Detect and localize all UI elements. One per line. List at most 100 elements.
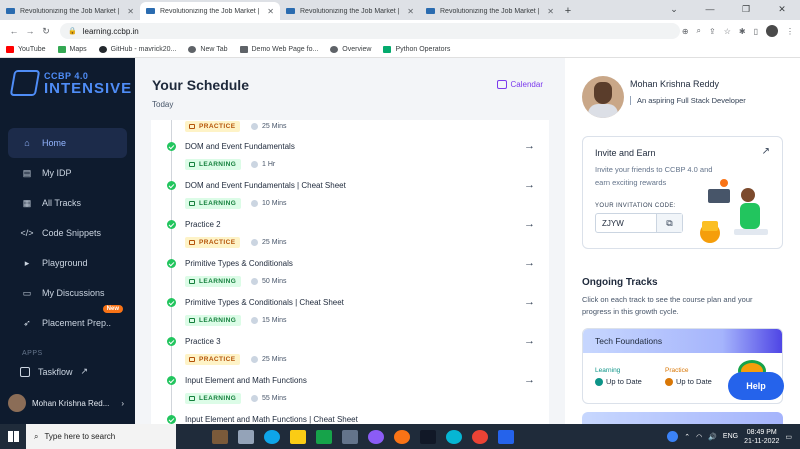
maximize-icon[interactable]: ❐ [728, 0, 764, 20]
bookmark-demo-page[interactable]: Demo Web Page fo... [239, 46, 318, 53]
tag-learning: LEARNING [185, 198, 242, 209]
browser-tab[interactable]: Revolutionizing the Job Market | ✕ [420, 2, 560, 20]
bookmark-maps[interactable]: Maps [57, 46, 87, 53]
close-tab-icon[interactable]: ✕ [267, 7, 274, 16]
ongoing-tracks-title: Ongoing Tracks [582, 277, 658, 288]
terminal-icon[interactable] [420, 429, 436, 444]
sidebar-item-playground[interactable]: ▸ Playground [8, 248, 127, 278]
w3schools-icon [383, 46, 392, 53]
item-title: Input Element and Math Functions [185, 376, 307, 385]
browser-tab[interactable]: Revolutionizing the Job Market | ✕ [0, 2, 140, 20]
minimize-icon[interactable]: — [692, 0, 728, 20]
arrow-right-icon[interactable]: → [524, 140, 535, 152]
tag-learning: LEARNING [185, 276, 242, 287]
taskbar-search[interactable]: ⌕ Type here to search [26, 424, 176, 449]
logo-top-text: CCBP 4.0 [44, 70, 89, 81]
copy-button[interactable]: ⧉ [656, 214, 682, 232]
youtube-icon [6, 46, 14, 53]
sidebar-item-my-discussions[interactable]: ▭ My Discussions [8, 278, 127, 308]
sidebar-item-my-idp[interactable]: ▤ My IDP [8, 158, 127, 188]
sidebar-user[interactable]: Mohan Krishna Red... › [8, 394, 124, 412]
close-window-icon[interactable]: ✕ [764, 0, 800, 20]
help-button[interactable]: Help [728, 372, 784, 400]
book-icon [189, 318, 195, 323]
volume-icon[interactable]: 🔊 [708, 433, 717, 441]
system-tray: ⌃ ◠ 🔊 ENG 08:49 PM 21-11-2022 ▭ [667, 424, 792, 449]
back-icon[interactable]: ← [6, 26, 22, 36]
menu-icon[interactable]: ⋮ [786, 27, 794, 36]
bookmark-overview[interactable]: Overview [330, 46, 371, 53]
firefox-icon[interactable] [394, 429, 410, 444]
duration: 25 Mins [251, 356, 287, 363]
extensions-icon[interactable]: ✱ [739, 27, 746, 36]
task-view-icon[interactable] [238, 429, 254, 444]
install-icon[interactable]: ⊕ [682, 27, 689, 36]
notepad-icon[interactable] [342, 429, 358, 444]
item-title: DOM and Event Fundamentals [185, 142, 295, 151]
close-tab-icon[interactable]: ✕ [547, 7, 554, 16]
new-tab-button[interactable]: + [560, 2, 576, 20]
profile-avatar-icon[interactable] [766, 25, 778, 37]
bookmark-python-operators[interactable]: Python Operators [383, 46, 450, 53]
notification-icon[interactable]: ▭ [785, 433, 792, 441]
duration-text: 15 Mins [262, 317, 287, 324]
taskbar-clock[interactable]: 08:49 PM 21-11-2022 [744, 428, 779, 446]
bookmark-github[interactable]: GitHub - mavrick20... [98, 46, 176, 53]
sidebar-item-placement-prep[interactable]: ➶ Placement Prep.. New [8, 305, 127, 338]
track-card-next[interactable] [582, 412, 783, 424]
arrow-right-icon[interactable]: → [524, 218, 535, 230]
arrow-right-icon[interactable]: → [524, 257, 535, 269]
profile-card[interactable]: Mohan Krishna Reddy An aspiring Full Sta… [582, 76, 746, 118]
wifi-icon[interactable]: ◠ [696, 433, 702, 441]
item-title: Input Element and Math Functions | Cheat… [185, 415, 358, 424]
tag-label: LEARNING [199, 161, 237, 168]
arrow-right-icon[interactable]: → [524, 335, 535, 347]
duration: 25 Mins [251, 123, 287, 130]
ongoing-tracks-description: Click on each track to see the course pl… [582, 295, 753, 316]
reload-icon[interactable]: ↻ [38, 26, 54, 37]
sidebar-item-code-snippets[interactable]: </> Code Snippets [8, 218, 127, 248]
sidebar-item-home[interactable]: ⌂ Home [8, 128, 127, 158]
apps-section-label: APPS [22, 350, 43, 357]
browser-tab-active[interactable]: Revolutionizing the Job Market | ✕ [140, 2, 280, 20]
tab-title: Revolutionizing the Job Market | [300, 7, 400, 15]
word-icon[interactable] [498, 429, 514, 444]
arrow-right-icon[interactable]: → [524, 179, 535, 191]
tag-practice: PRACTICE [185, 354, 241, 365]
language-indicator[interactable]: ENG [723, 433, 738, 440]
help-tray-icon[interactable] [667, 431, 679, 442]
check-icon [665, 377, 673, 386]
close-tab-icon[interactable]: ✕ [407, 7, 414, 16]
sheets-icon[interactable] [316, 429, 332, 444]
url-input[interactable]: 🔒 learning.ccbp.in [60, 23, 680, 39]
sidebar-item-label: Code Snippets [42, 228, 102, 238]
edge-icon[interactable] [264, 429, 280, 444]
bookmark-youtube[interactable]: YouTube [6, 46, 46, 53]
sidepanel-icon[interactable]: ▯ [754, 27, 758, 36]
windows-start-button[interactable] [0, 424, 26, 449]
app-icon[interactable] [368, 429, 384, 444]
browser-tab[interactable]: Revolutionizing the Job Market | ✕ [280, 2, 420, 20]
file-explorer-icon[interactable] [290, 429, 306, 444]
bookmark-new-tab[interactable]: New Tab [188, 46, 228, 53]
app-icon[interactable] [446, 429, 462, 444]
tab-title: Revolutionizing the Job Market | [20, 7, 120, 15]
close-tab-icon[interactable]: ✕ [127, 7, 134, 16]
sidebar-item-label: All Tracks [42, 198, 82, 208]
external-link-icon[interactable]: ↗ [762, 146, 770, 157]
sidebar-item-all-tracks[interactable]: ▦ All Tracks [8, 188, 127, 218]
browser-actions: ⊕ ⌕ ⇪ ☆ ✱ ▯ ⋮ [682, 25, 794, 37]
share-icon[interactable]: ⇪ [709, 27, 716, 36]
forward-icon[interactable]: → [22, 26, 38, 36]
arrow-right-icon[interactable]: → [524, 296, 535, 308]
chrome-icon[interactable] [472, 429, 488, 444]
bookmark-star-icon[interactable]: ☆ [724, 27, 731, 36]
ccbp-logo[interactable]: CCBP 4.0 INTENSIVE [9, 70, 132, 96]
taskflow-link[interactable]: Taskflow ↗ [20, 366, 88, 377]
arrow-right-icon[interactable]: → [524, 374, 535, 386]
chevron-up-icon[interactable]: ⌃ [684, 433, 690, 441]
zoom-icon[interactable]: ⌕ [697, 26, 701, 36]
tab-search-icon[interactable]: ⌄ [656, 0, 692, 20]
calendar-button[interactable]: Calendar [496, 80, 543, 89]
tag-practice: PRACTICE [185, 237, 241, 248]
